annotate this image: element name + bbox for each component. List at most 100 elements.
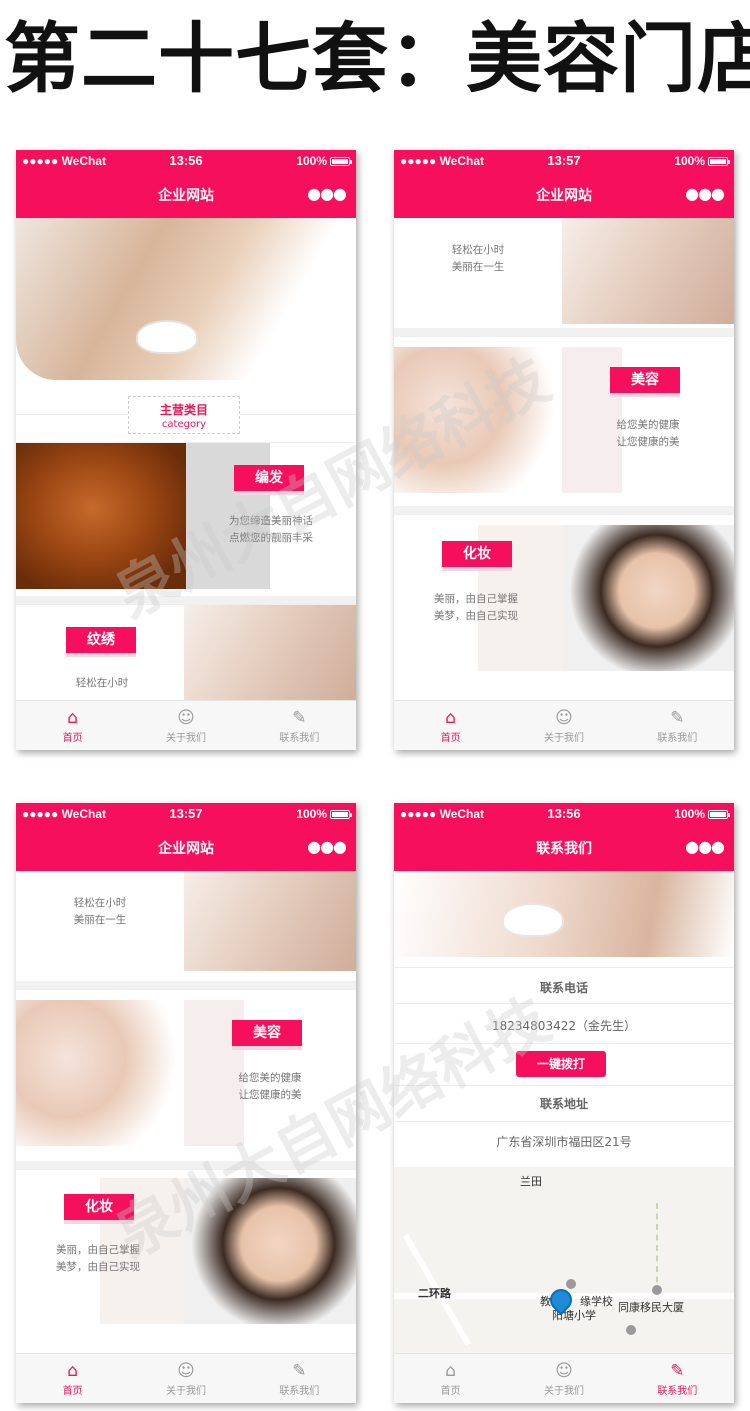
home-content[interactable]: 主营类目 category 编发 为您缔造美丽神话 点燃您的靓丽丰采 纹绣 轻松… bbox=[16, 218, 356, 700]
more-dots-icon[interactable]: ●●● bbox=[685, 837, 725, 856]
service-desc-line2: 美丽在一生 bbox=[451, 261, 505, 273]
service-tag: 化妆 bbox=[442, 541, 512, 567]
phone-screen-home-2: ●●●●● WeChat 13:57 100% 企业网站 ●●● 轻松在小时 美… bbox=[394, 150, 734, 750]
person-icon: ☺ bbox=[177, 708, 195, 728]
battery-percent: 100% bbox=[296, 154, 327, 168]
home-content[interactable]: 轻松在小时 美丽在一生 美容 给您美的健康 让您健康的美 化妆 美丽，由自己掌握… bbox=[16, 871, 356, 1353]
service-card-makeup[interactable]: 化妆 美丽，由自己掌握 美梦，由自己实现 bbox=[16, 1169, 356, 1345]
tab-label: 联系我们 bbox=[657, 1386, 698, 1397]
tab-bar: ⌂ 首页 ☺ 关于我们 ✎ 联系我们 bbox=[394, 1353, 734, 1403]
battery-percent: 100% bbox=[296, 807, 327, 821]
home-icon: ⌂ bbox=[67, 708, 79, 728]
service-tag: 美容 bbox=[232, 1020, 302, 1046]
category-subtitle: category bbox=[161, 419, 207, 430]
map-rail bbox=[656, 1203, 658, 1293]
nav-title: 企业网站 bbox=[536, 188, 592, 204]
service-card-beauty[interactable]: 美容 给您美的健康 让您健康的美 bbox=[394, 336, 734, 496]
service-card-makeup[interactable]: 化妆 美丽，由自己掌握 美梦，由自己实现 bbox=[394, 514, 734, 690]
service-desc-line2: 美丽在一生 bbox=[73, 914, 127, 926]
tab-about[interactable]: ☺ 关于我们 bbox=[507, 701, 620, 750]
tab-label: 关于我们 bbox=[543, 733, 584, 744]
phone-screen-home-3: ●●●●● WeChat 13:57 100% 企业网站 ●●● 轻松在小时 美… bbox=[16, 803, 356, 1403]
tab-home[interactable]: ⌂ 首页 bbox=[16, 1354, 129, 1403]
service-desc-line1: 给您美的健康 bbox=[238, 1072, 302, 1084]
more-dots-icon[interactable]: ●●● bbox=[307, 184, 347, 203]
home-icon: ⌂ bbox=[445, 708, 457, 728]
battery-percent: 100% bbox=[674, 154, 705, 168]
edit-icon: ✎ bbox=[292, 708, 307, 728]
nav-title: 企业网站 bbox=[158, 841, 214, 857]
battery-status: 100% bbox=[296, 154, 352, 168]
service-card-embroidery[interactable]: 轻松在小时 美丽在一生 bbox=[16, 871, 356, 981]
address-value: 广东省深圳市福田区21号 bbox=[496, 1135, 632, 1149]
map-label: 二环路 bbox=[418, 1287, 451, 1300]
tab-label: 关于我们 bbox=[165, 1386, 206, 1397]
card-divider bbox=[16, 596, 356, 604]
tab-home[interactable]: ⌂ 首页 bbox=[394, 701, 507, 750]
edit-icon: ✎ bbox=[670, 1361, 685, 1381]
tab-contact[interactable]: ✎ 联系我们 bbox=[243, 1354, 356, 1403]
edit-icon: ✎ bbox=[670, 708, 685, 728]
service-desc-line2: 美梦，由自己实现 bbox=[434, 610, 518, 622]
status-bar: ●●●●● WeChat 13:56 100% bbox=[394, 803, 734, 825]
brow-image bbox=[562, 218, 734, 324]
map-poi-icon bbox=[652, 1285, 662, 1295]
battery-icon bbox=[330, 156, 352, 166]
makeup-image bbox=[562, 525, 734, 671]
service-card-embroidery[interactable]: 轻松在小时 美丽在一生 bbox=[394, 218, 734, 328]
service-card-braid[interactable]: 编发 为您缔造美丽神话 点燃您的靓丽丰采 bbox=[16, 442, 356, 589]
category-title: 主营类目 bbox=[159, 403, 208, 417]
map-poi-icon bbox=[566, 1279, 576, 1289]
tab-bar: ⌂ 首页 ☺ 关于我们 ✎ 联系我们 bbox=[16, 700, 356, 750]
tab-contact[interactable]: ✎ 联系我们 bbox=[621, 1354, 734, 1403]
tab-label: 首页 bbox=[62, 733, 83, 744]
call-button[interactable]: 一键拨打 bbox=[516, 1051, 606, 1077]
page-headline: 第二十七套：美容门店 bbox=[4, 14, 750, 103]
nav-bar: 企业网站 ●●● bbox=[16, 825, 356, 871]
hero-banner-image bbox=[16, 218, 356, 380]
service-desc-line1: 美丽，由自己掌握 bbox=[56, 1244, 140, 1256]
contact-content[interactable]: 联系电话 18234803422（金先生） 一键拨打 联系地址 广东省深圳市福田… bbox=[394, 871, 734, 1353]
service-card-embroidery[interactable]: 纹绣 轻松在小时 bbox=[16, 604, 356, 700]
nav-bar: 企业网站 ●●● bbox=[16, 172, 356, 218]
divider bbox=[394, 1121, 734, 1122]
nav-title: 联系我们 bbox=[536, 841, 592, 857]
service-tag: 美容 bbox=[610, 367, 680, 393]
more-dots-icon[interactable]: ●●● bbox=[685, 184, 725, 203]
service-desc-line1: 给您美的健康 bbox=[616, 419, 680, 431]
service-desc-line2: 美梦，由自己实现 bbox=[56, 1261, 140, 1273]
tab-about[interactable]: ☺ 关于我们 bbox=[129, 1354, 242, 1403]
person-icon: ☺ bbox=[555, 1361, 573, 1381]
tab-about[interactable]: ☺ 关于我们 bbox=[129, 701, 242, 750]
more-dots-icon[interactable]: ●●● bbox=[307, 837, 347, 856]
tab-contact[interactable]: ✎ 联系我们 bbox=[243, 701, 356, 750]
tab-home[interactable]: ⌂ 首页 bbox=[394, 1354, 507, 1403]
person-icon: ☺ bbox=[177, 1361, 195, 1381]
phone-label: 联系电话 bbox=[539, 981, 588, 995]
spa-image bbox=[394, 347, 562, 493]
nav-bar: 企业网站 ●●● bbox=[394, 172, 734, 218]
card-divider bbox=[394, 328, 734, 336]
card-divider bbox=[394, 506, 734, 514]
map-poi-icon bbox=[626, 1325, 636, 1335]
phone-screen-home-1: ●●●●● WeChat 13:56 100% 企业网站 ●●● 主营类目 ca… bbox=[16, 150, 356, 750]
service-tag: 化妆 bbox=[64, 1194, 134, 1220]
location-map[interactable]: 兰田 二环路 教 缘学校 同康移民大厦 阳塘小学 bbox=[394, 1167, 734, 1353]
category-header: 主营类目 category bbox=[128, 396, 240, 434]
card-divider bbox=[16, 1161, 356, 1169]
divider bbox=[394, 1043, 734, 1044]
brow-image bbox=[184, 605, 356, 700]
home-content[interactable]: 轻松在小时 美丽在一生 美容 给您美的健康 让您健康的美 化妆 美丽，由自己掌握… bbox=[394, 218, 734, 700]
tab-home[interactable]: ⌂ 首页 bbox=[16, 701, 129, 750]
address-label: 联系地址 bbox=[539, 1097, 588, 1111]
service-tag: 纹绣 bbox=[66, 627, 136, 653]
battery-status: 100% bbox=[674, 807, 730, 821]
status-bar: ●●●●● WeChat 13:57 100% bbox=[16, 803, 356, 825]
tab-label: 联系我们 bbox=[279, 733, 320, 744]
tab-about[interactable]: ☺ 关于我们 bbox=[507, 1354, 620, 1403]
tab-contact[interactable]: ✎ 联系我们 bbox=[621, 701, 734, 750]
divider bbox=[394, 1003, 734, 1004]
service-desc-line1: 轻松在小时 bbox=[75, 677, 129, 689]
service-card-beauty[interactable]: 美容 给您美的健康 让您健康的美 bbox=[16, 989, 356, 1151]
tab-label: 首页 bbox=[62, 1386, 83, 1397]
